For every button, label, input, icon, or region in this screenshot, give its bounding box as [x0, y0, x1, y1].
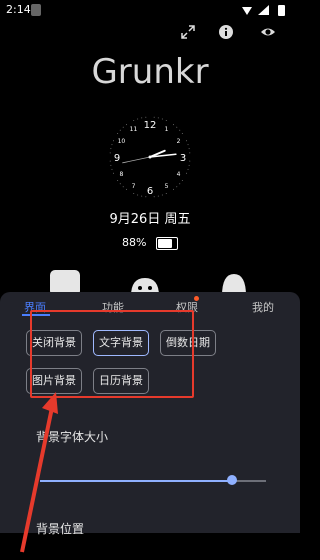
- annotation-arrow: [20, 392, 58, 553]
- battery-row: 88%: [0, 236, 300, 250]
- clock-tick: [189, 152, 191, 154]
- clock-tick: [157, 117, 159, 119]
- clock-number: 11: [130, 126, 138, 133]
- clock-tick: [111, 168, 113, 170]
- tab-mine[interactable]: 我的: [252, 299, 274, 315]
- clock-tick: [145, 116, 147, 118]
- clock-tick: [176, 126, 178, 128]
- clock-number: 4: [177, 171, 181, 178]
- clock-tick: [189, 160, 191, 162]
- status-bar: 2:14: [0, 0, 300, 22]
- clock-tick: [161, 194, 163, 196]
- clock-number: 1: [165, 126, 169, 133]
- status-icons: [242, 5, 285, 16]
- highlight-box: [30, 310, 194, 398]
- clock-tick: [133, 193, 135, 195]
- clock-tick: [165, 193, 167, 195]
- clock-tick: [165, 119, 167, 121]
- clock-tick: [145, 196, 147, 198]
- clock-tick: [110, 148, 112, 150]
- clock-number: 3: [180, 153, 186, 164]
- signal-icon: [258, 5, 269, 15]
- battery-percent: 88%: [122, 236, 147, 249]
- second-hand: [122, 156, 151, 164]
- clock-tick: [157, 195, 159, 197]
- status-time: 2:14: [6, 3, 31, 16]
- clock-tick: [109, 160, 111, 162]
- clock-tick: [186, 140, 188, 142]
- clock-tick: [181, 132, 183, 134]
- clock-number: 7: [132, 183, 136, 190]
- clock-tick: [119, 129, 121, 131]
- app-title: Grunkr: [91, 52, 209, 92]
- clock-tick: [173, 188, 175, 190]
- clock-tick: [161, 118, 163, 120]
- clock-number: 10: [118, 138, 126, 145]
- clock-number: 12: [144, 120, 157, 131]
- clock-tick: [112, 172, 114, 174]
- clock-tick: [176, 186, 178, 188]
- analog-clock: 12 1234567891011: [109, 116, 191, 198]
- date-label: 9月26日 周五: [109, 212, 191, 227]
- clock-number: 2: [177, 138, 181, 145]
- clock-tick: [122, 126, 124, 128]
- battery-icon: [155, 236, 178, 250]
- font-size-slider[interactable]: [40, 475, 266, 485]
- clock-center: [148, 155, 152, 159]
- slider-fill: [40, 480, 233, 482]
- info-icon[interactable]: [218, 24, 234, 40]
- battery-status-icon: [278, 5, 285, 16]
- permission-badge-dot: [194, 296, 199, 301]
- clock-tick: [188, 164, 190, 166]
- clock-tick: [110, 164, 112, 166]
- clock-tick: [125, 124, 127, 126]
- notification-icon: [31, 4, 41, 16]
- clock-tick: [133, 119, 135, 121]
- clock-tick: [141, 117, 143, 119]
- clock-tick: [125, 188, 127, 190]
- clock-tick: [179, 129, 181, 131]
- clock-tick: [112, 140, 114, 142]
- clock-tick: [111, 144, 113, 146]
- clock-tick: [137, 118, 139, 120]
- clock-tick: [187, 144, 189, 146]
- wifi-icon: [242, 7, 252, 15]
- clock-number: 6: [147, 186, 153, 197]
- clock-tick: [153, 196, 155, 198]
- clock-number: 5: [165, 183, 169, 190]
- clock-tick: [153, 116, 155, 118]
- clock-number: 8: [120, 171, 124, 178]
- clock-tick: [179, 183, 181, 185]
- expand-icon[interactable]: [180, 24, 196, 40]
- clock-tick: [188, 148, 190, 150]
- clock-tick: [141, 195, 143, 197]
- clock-tick: [119, 183, 121, 185]
- clock-tick: [117, 180, 119, 182]
- clock-tick: [117, 132, 119, 134]
- clock-tick: [137, 194, 139, 196]
- clock-tick: [181, 180, 183, 182]
- clock-tick: [186, 172, 188, 174]
- clock-tick: [109, 152, 111, 154]
- eye-icon[interactable]: [260, 24, 276, 40]
- clock-tick: [173, 124, 175, 126]
- clock-number: 9: [114, 153, 120, 164]
- clock-tick: [122, 186, 124, 188]
- clock-tick: [187, 168, 189, 170]
